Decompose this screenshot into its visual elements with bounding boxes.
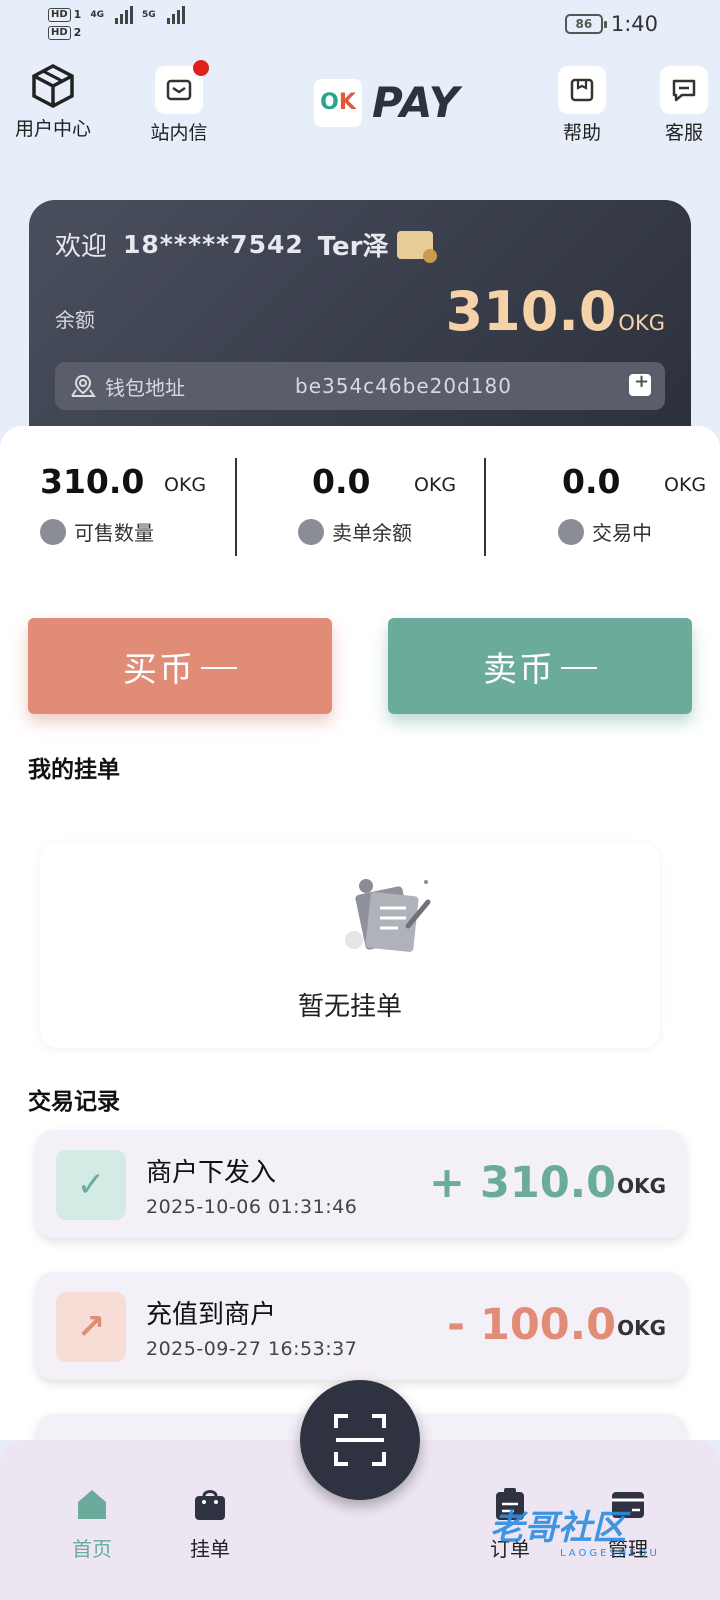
inbox-button[interactable]: 站内信 — [138, 60, 220, 145]
check-icon: ✓ — [56, 1150, 126, 1220]
help-label: 帮助 — [562, 122, 601, 144]
my-orders-title: 我的挂单 — [28, 757, 120, 783]
help-button[interactable]: 帮助 — [552, 66, 612, 145]
stat-unit: OKG — [414, 474, 457, 496]
logo-ok-icon: OK — [314, 78, 362, 127]
battery-icon: 86 — [564, 14, 607, 34]
logo-text: PAY — [372, 78, 461, 127]
stat-value: 0.0 — [562, 462, 621, 501]
buy-label: 买币 — [123, 649, 195, 690]
mail-icon — [155, 60, 209, 114]
wallet-address-label: 钱包地址 — [105, 375, 185, 400]
cube-icon — [29, 62, 77, 110]
user-center-button[interactable]: 用户中心 — [10, 62, 96, 141]
stat-label: 交易中 — [592, 521, 652, 545]
welcome-row: 欢迎 18*****7542 Ter泽 — [55, 226, 437, 263]
record-title: 充值到商户 — [146, 1300, 277, 1330]
phone-number: 18*****7542 — [123, 230, 304, 259]
balance-display: 310.0 OKG — [446, 280, 665, 343]
scan-button[interactable] — [300, 1380, 420, 1500]
stat-trading: 0.0 OKG 交易中 — [558, 462, 720, 546]
buy-coin-button[interactable]: 买币 — [28, 618, 332, 714]
signal-bars-1-icon — [114, 6, 133, 24]
welcome-label: 欢迎 — [55, 232, 108, 262]
record-item[interactable]: ✓ 商户下发入 2025-10-06 01:31:46 + 310.0 OKG — [36, 1130, 686, 1238]
network-type-1: 4G — [90, 10, 104, 20]
record-unit: OKG — [617, 1316, 666, 1340]
record-item[interactable]: ↗ 充值到商户 2025-09-27 16:53:37 - 100.0 OKG — [36, 1272, 686, 1380]
tab-listings-label: 挂单 — [190, 1537, 230, 1561]
document-icon — [40, 518, 66, 545]
sim-1: 1 — [73, 8, 82, 21]
stat-unit: OKG — [664, 474, 707, 496]
watermark-sub: LAOGESHEQU — [560, 1548, 660, 1559]
record-amount: + 310.0 — [428, 1158, 616, 1208]
stat-value: 0.0 — [312, 462, 371, 501]
hd-badge-2: HD — [48, 26, 71, 40]
receipt-icon — [298, 518, 324, 545]
customer-service-button[interactable]: 客服 — [652, 66, 716, 145]
watermark: 老哥社区 — [490, 1508, 626, 1548]
wallet-address-value: be354c46be20d180 — [295, 374, 512, 398]
balance-label: 余额 — [55, 308, 95, 332]
record-time: 2025-09-27 16:53:37 — [146, 1338, 358, 1360]
divider — [484, 458, 486, 556]
network-type-2: 5G — [141, 10, 156, 20]
account-card: 欢迎 18*****7542 Ter泽 余额 310.0 OKG 钱包地址 be… — [29, 200, 691, 450]
sim-2: 2 — [73, 26, 82, 39]
balance-value: 310.0 — [445, 280, 617, 343]
username: Ter泽 — [317, 232, 389, 262]
hd-badge-1: HD — [48, 8, 71, 22]
tab-home[interactable]: 首页 — [52, 1486, 132, 1562]
stat-unit: OKG — [164, 474, 207, 496]
chat-bubble-icon — [660, 66, 708, 114]
stat-label: 可售数量 — [74, 521, 154, 545]
arrow-up-right-icon: ↗ — [56, 1292, 126, 1362]
copy-icon[interactable] — [629, 371, 651, 396]
empty-orders-card: 暂无挂单 — [40, 842, 660, 1048]
book-icon — [558, 66, 606, 114]
balance-unit: OKG — [618, 311, 665, 335]
divider — [235, 458, 237, 556]
wallet-address-bar: 钱包地址 be354c46be20d180 — [55, 362, 665, 410]
record-title: 商户下发入 — [146, 1158, 277, 1188]
scan-icon — [334, 1414, 386, 1466]
stat-label: 卖单余额 — [332, 521, 412, 545]
service-label: 客服 — [664, 122, 703, 144]
status-bar: HD 1 4G 5G HD 2 86 1:40 — [0, 0, 720, 50]
empty-orders-text: 暂无挂单 — [297, 992, 402, 1022]
clock: 1:40 — [610, 12, 658, 36]
user-center-label: 用户中心 — [14, 118, 91, 140]
record-amount: - 100.0 — [447, 1300, 616, 1350]
app-logo: OK PAY — [314, 78, 460, 127]
signal-bars-2-icon — [166, 6, 185, 24]
stat-value: 310.0 — [40, 462, 145, 501]
record-time: 2025-10-06 01:31:46 — [146, 1196, 358, 1218]
verified-id-icon — [396, 230, 437, 263]
arrow-right-icon — [561, 667, 597, 669]
bag-icon — [195, 1490, 225, 1520]
records-title: 交易记录 — [28, 1089, 120, 1115]
wallet-icon — [558, 518, 584, 545]
inbox-label: 站内信 — [150, 122, 208, 144]
unread-dot — [193, 60, 209, 76]
home-icon — [78, 1490, 106, 1519]
sell-coin-button[interactable]: 卖币 — [388, 618, 692, 714]
location-icon — [71, 374, 96, 397]
arrow-right-icon — [201, 667, 237, 669]
stat-available: 310.0 OKG 可售数量 — [40, 462, 260, 546]
tab-home-label: 首页 — [72, 1537, 112, 1561]
signal-indicators: HD 1 4G 5G HD 2 — [48, 6, 185, 42]
record-unit: OKG — [617, 1174, 666, 1198]
tab-listings[interactable]: 挂单 — [170, 1486, 250, 1562]
empty-document-icon — [345, 879, 431, 952]
sell-label: 卖币 — [483, 649, 555, 690]
